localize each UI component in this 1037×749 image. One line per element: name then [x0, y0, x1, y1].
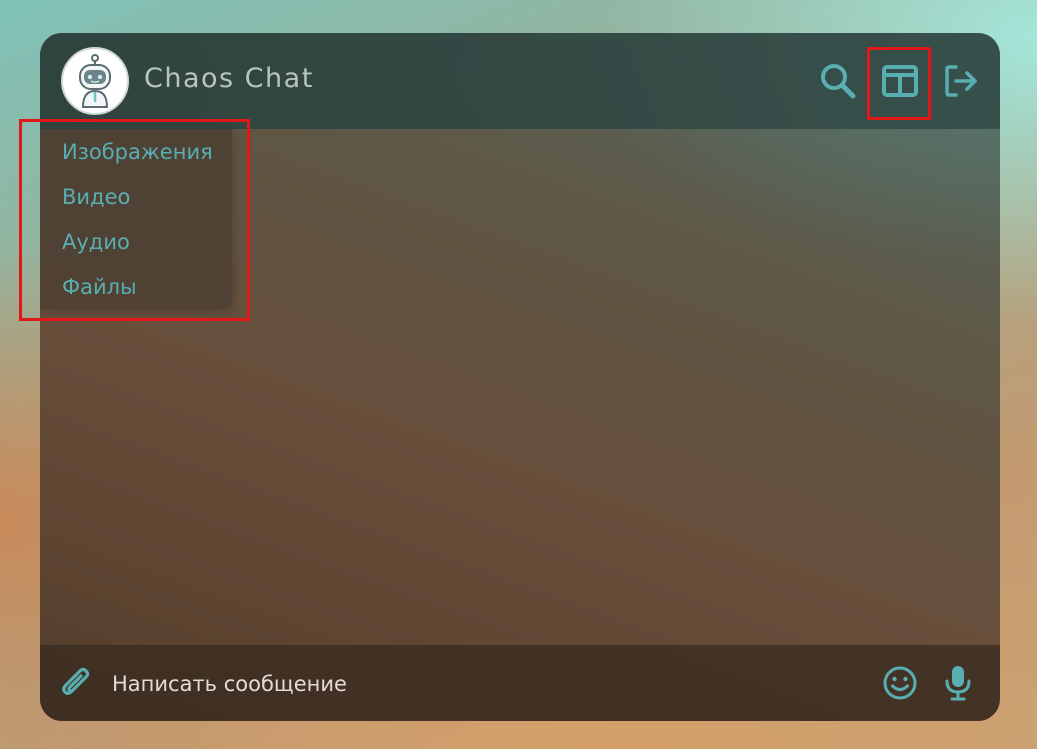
bot-avatar[interactable]: [61, 47, 129, 115]
menu-item-images[interactable]: Изображения: [62, 140, 213, 164]
smile-icon: [883, 666, 917, 700]
toggle-panel-button[interactable]: [880, 61, 920, 101]
voice-record-button[interactable]: [938, 663, 978, 703]
paperclip-icon: [62, 667, 90, 695]
attach-button[interactable]: [56, 663, 96, 703]
message-input[interactable]: [112, 669, 712, 699]
layout-panel-icon: [882, 65, 918, 97]
message-composer: [40, 645, 1000, 721]
logout-button[interactable]: [942, 61, 982, 101]
menu-item-audio[interactable]: Аудио: [62, 230, 130, 254]
emoji-button[interactable]: [880, 663, 920, 703]
search-icon: [821, 64, 856, 99]
logout-icon: [945, 65, 977, 97]
menu-item-files[interactable]: Файлы: [62, 275, 137, 299]
chat-header: Chaos Chat: [40, 33, 1000, 129]
microphone-icon: [945, 666, 971, 701]
app-title: Chaos Chat: [144, 63, 314, 94]
robot-avatar-icon: [79, 54, 111, 108]
menu-item-video[interactable]: Видео: [62, 185, 130, 209]
media-dropdown-menu: Изображения Видео Аудио Файлы: [40, 129, 232, 309]
chat-window: Chaos Chat Изображения Видео Аудио Файлы…: [40, 33, 1000, 721]
search-button[interactable]: [818, 61, 858, 101]
